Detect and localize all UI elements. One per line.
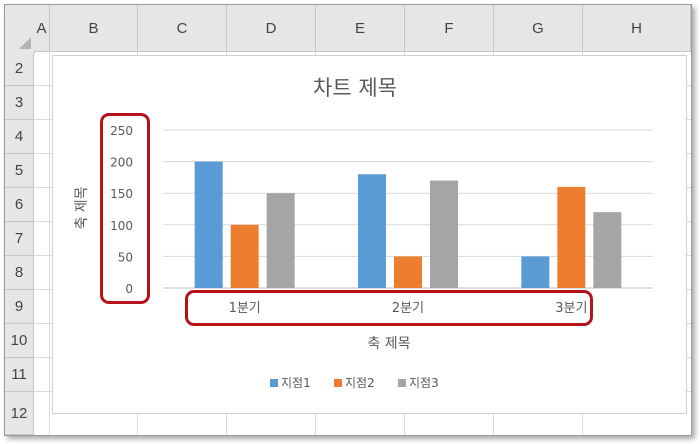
legend-swatch — [398, 379, 406, 387]
legend-swatch — [334, 379, 342, 387]
bar-지점3-1분기[interactable] — [266, 193, 295, 288]
row-header-8[interactable]: 8 — [5, 256, 34, 290]
bar-지점2-3분기[interactable] — [557, 186, 586, 288]
chart-title[interactable]: 차트 제목 — [313, 76, 397, 100]
column-header-c[interactable]: C — [138, 5, 227, 52]
row-header-7[interactable]: 7 — [5, 222, 34, 256]
bar-지점2-1분기[interactable] — [230, 224, 259, 288]
legend-label[interactable]: 지점1 — [281, 376, 311, 390]
legend-label[interactable]: 지점2 — [345, 376, 375, 390]
row-header-12[interactable]: 12 — [5, 392, 34, 435]
column-header-a[interactable]: A — [34, 5, 50, 52]
bar-지점1-2분기[interactable] — [358, 174, 386, 288]
bar-지점1-3분기[interactable] — [521, 256, 550, 288]
spreadsheet-window: A B C D E F G H 2 3 4 5 6 7 8 9 10 11 12… — [4, 4, 692, 436]
x-axis-title[interactable]: 축 제목 — [367, 336, 410, 352]
column-header-f[interactable]: F — [405, 5, 494, 52]
bar-지점2-2분기[interactable] — [394, 256, 422, 288]
column-header-e[interactable]: E — [316, 5, 405, 52]
y-axis-title[interactable]: 축 제목 — [74, 186, 90, 229]
select-all-triangle[interactable] — [19, 37, 31, 49]
grid-line — [49, 52, 50, 435]
column-header-g[interactable]: G — [494, 5, 583, 52]
column-header-d[interactable]: D — [227, 5, 316, 52]
legend[interactable]: 지점1 지점2 지점3 — [270, 376, 439, 390]
row-header-5[interactable]: 5 — [5, 154, 34, 188]
column-header-h[interactable]: H — [583, 5, 691, 52]
row-header-4[interactable]: 4 — [5, 120, 34, 154]
chart-area[interactable]: 차트 제목 250 200 150 100 50 0 1분기 2분기 3분기 축 제목 축 제… — [52, 55, 687, 414]
legend-label[interactable]: 지점3 — [409, 376, 439, 390]
bar-지점3-2분기[interactable] — [430, 180, 458, 288]
x-axis-highlight-box — [185, 290, 593, 326]
bar-지점3-3분기[interactable] — [593, 212, 622, 288]
row-header-10[interactable]: 10 — [5, 324, 34, 358]
select-all-corner[interactable] — [5, 5, 35, 53]
legend-swatch — [270, 379, 278, 387]
column-header-b[interactable]: B — [50, 5, 138, 52]
row-header-9[interactable]: 9 — [5, 290, 34, 324]
row-header-3[interactable]: 3 — [5, 86, 34, 120]
row-header-11[interactable]: 11 — [5, 358, 34, 392]
y-axis-highlight-box — [100, 113, 150, 304]
row-header-6[interactable]: 6 — [5, 188, 34, 222]
row-header-2[interactable]: 2 — [5, 52, 34, 86]
bar-지점1-1분기[interactable] — [194, 161, 223, 288]
